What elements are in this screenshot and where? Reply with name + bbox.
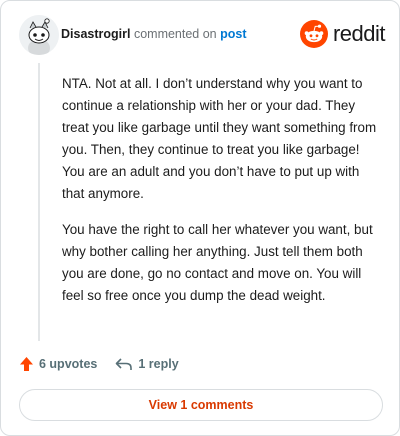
- upvote-button[interactable]: 6 upvotes: [19, 356, 97, 372]
- reply-button[interactable]: 1 reply: [115, 357, 179, 371]
- comment-actions: 6 upvotes 1 reply: [19, 353, 197, 375]
- username-link[interactable]: Disastrogirl: [61, 27, 130, 41]
- upvote-arrow-icon: [20, 357, 33, 371]
- post-link[interactable]: post: [220, 27, 246, 41]
- reply-arrow-icon: [116, 358, 133, 370]
- snoo-avatar-icon[interactable]: [19, 15, 59, 55]
- comment-paragraph: NTA. Not at all. I don’t understand why …: [62, 76, 377, 201]
- upvotes-count: 6 upvotes: [39, 357, 98, 371]
- comment-paragraph: You have the right to call her whatever …: [62, 222, 373, 303]
- comment-card: Disastrogirl commented on post reddit NT…: [0, 0, 400, 436]
- reddit-logo[interactable]: reddit: [299, 19, 386, 49]
- comment-header: Disastrogirl commented on post reddit: [19, 15, 386, 55]
- thread-line: [38, 63, 40, 341]
- reddit-wordmark: reddit: [332, 21, 386, 46]
- reply-count: 1 reply: [138, 357, 179, 371]
- view-comments-button[interactable]: View 1 comments: [19, 389, 383, 421]
- comment-body: NTA. Not at all. I don’t understand why …: [62, 73, 380, 321]
- action-text: commented on: [133, 27, 217, 41]
- reddit-logo-icon: [299, 20, 328, 48]
- comment-meta: Disastrogirl commented on post: [61, 27, 247, 41]
